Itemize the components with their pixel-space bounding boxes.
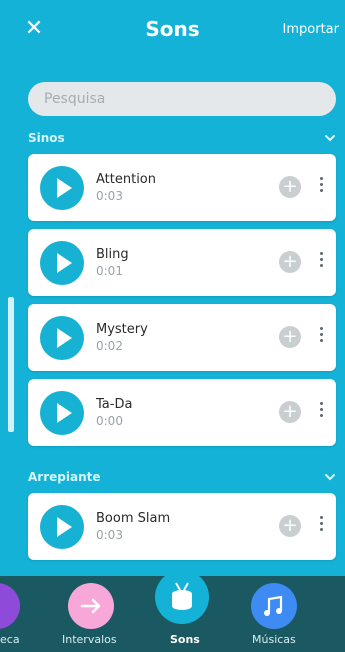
sound-duration: 0:01 [96, 264, 123, 278]
add-icon[interactable]: + [279, 326, 301, 348]
scroll-handle[interactable] [8, 297, 14, 432]
chevron-down-icon[interactable] [323, 128, 337, 148]
bottom-tab-bar: eca Intervalos Sons Músicas [0, 570, 345, 652]
arrow-right-icon [80, 598, 101, 614]
sound-card[interactable]: Bling 0:01 + [28, 229, 336, 296]
tab-musicas[interactable] [251, 583, 297, 629]
play-icon[interactable] [40, 166, 84, 210]
sound-name: Mystery [96, 322, 148, 337]
add-icon[interactable]: + [279, 251, 301, 273]
search-input[interactable]: Pesquisa [28, 82, 336, 116]
sound-name: Boom Slam [96, 511, 171, 526]
section-header-arrepiante[interactable]: Arrepiante [28, 467, 337, 487]
sound-card[interactable]: Ta-Da 0:00 + [28, 379, 336, 446]
tab-sons[interactable] [155, 570, 209, 624]
play-icon[interactable] [40, 316, 84, 360]
sound-name: Attention [96, 172, 156, 187]
sounds-screen: ✕ Sons Importar Pesquisa Sinos Attention… [0, 0, 345, 652]
sound-name: Ta-Da [96, 397, 133, 412]
sound-card[interactable]: Attention 0:03 + [28, 154, 336, 221]
more-options-icon[interactable] [318, 177, 324, 197]
add-icon[interactable]: + [279, 515, 301, 537]
more-options-icon[interactable] [318, 402, 324, 422]
play-icon[interactable] [40, 241, 84, 285]
section-title: Sinos [28, 131, 65, 145]
tab-label[interactable]: eca [0, 632, 20, 648]
play-icon[interactable] [40, 505, 84, 549]
tab-label[interactable]: Sons [170, 632, 200, 648]
section-title: Arrepiante [28, 470, 101, 484]
top-bar: ✕ Sons Importar [0, 0, 345, 60]
sound-card[interactable]: Boom Slam 0:03 + [28, 493, 336, 560]
play-icon[interactable] [40, 391, 84, 435]
tab-intervalos[interactable] [68, 583, 114, 629]
sound-duration: 0:03 [96, 528, 123, 542]
import-button[interactable]: Importar [283, 18, 339, 42]
library-icon[interactable] [0, 583, 20, 629]
music-note-icon [264, 595, 283, 616]
sound-duration: 0:00 [96, 414, 123, 428]
section-header-sinos[interactable]: Sinos [28, 128, 337, 148]
drum-icon [172, 582, 192, 610]
chevron-down-icon[interactable] [323, 467, 337, 487]
tab-label[interactable]: Músicas [252, 632, 296, 648]
add-icon[interactable]: + [279, 401, 301, 423]
tab-label[interactable]: Intervalos [62, 632, 117, 648]
sound-card[interactable]: Mystery 0:02 + [28, 304, 336, 371]
more-options-icon[interactable] [318, 516, 324, 536]
add-icon[interactable]: + [279, 176, 301, 198]
more-options-icon[interactable] [318, 252, 324, 272]
sound-name: Bling [96, 247, 129, 262]
sound-duration: 0:03 [96, 189, 123, 203]
sound-duration: 0:02 [96, 339, 123, 353]
more-options-icon[interactable] [318, 327, 324, 347]
